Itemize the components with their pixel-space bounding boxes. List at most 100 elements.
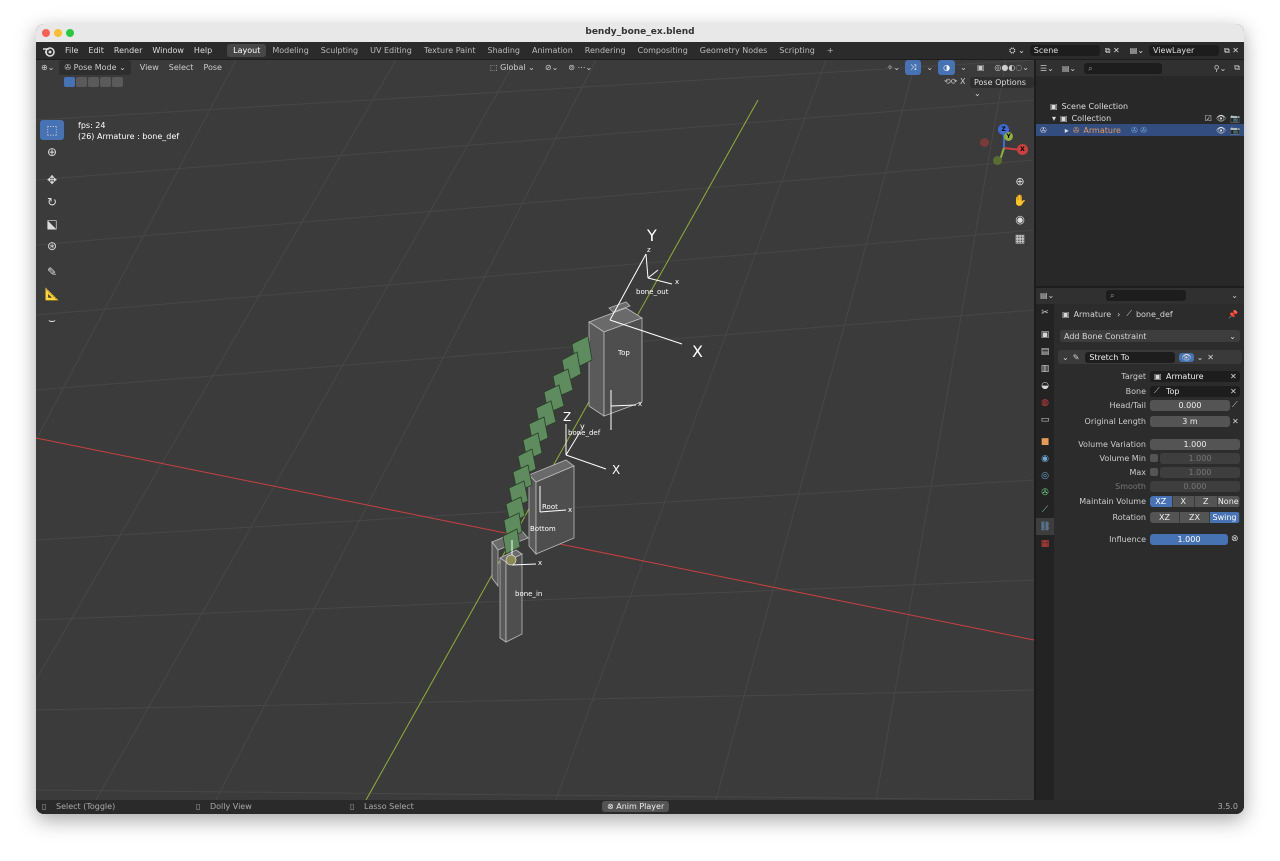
filter-icon[interactable]: ⚲⌄	[1210, 64, 1231, 73]
max-field[interactable]: 1.000	[1160, 466, 1240, 478]
bone-field[interactable]: Top	[1150, 385, 1240, 397]
transform-orientation[interactable]: ⬚ Global ⌄	[485, 60, 540, 75]
tab-scripting[interactable]: Scripting	[773, 44, 821, 57]
menu-render[interactable]: Render	[109, 42, 147, 59]
rotation-zx-option[interactable]: ZX	[1180, 511, 1210, 523]
armature-render-icon[interactable]: 📷	[1230, 126, 1240, 135]
collapse-icon[interactable]: ⌄	[1062, 353, 1069, 362]
xray-icon[interactable]: ▣	[972, 60, 990, 75]
navigation-gizmo[interactable]: Z X Y	[976, 120, 1032, 170]
menu-select[interactable]: Select	[164, 60, 199, 75]
select-box-tool-icon[interactable]: ⬚	[40, 120, 64, 140]
anim-player-badge[interactable]: ⊗ Anim Player	[602, 800, 670, 814]
properties-options-icon[interactable]: ⌄	[1231, 291, 1238, 300]
menu-window[interactable]: Window	[147, 42, 189, 59]
mode-selector[interactable]: ✇ Pose Mode ⌄	[59, 60, 131, 75]
volume-min-field[interactable]: 1.000	[1160, 452, 1240, 464]
visibility-icon[interactable]: ✧⌄	[882, 60, 905, 75]
pivot-icon[interactable]: ⊘⌄	[540, 60, 563, 75]
menu-view[interactable]: View	[135, 60, 164, 75]
world-tab-icon[interactable]: ◍	[1036, 394, 1054, 411]
gizmo-x-icon[interactable]: X	[1017, 144, 1028, 155]
collection-checkbox-icon[interactable]: ☑	[1205, 114, 1212, 123]
headtail-field[interactable]: 0.000	[1150, 399, 1230, 411]
modifier-tab-icon[interactable]: ◉	[1036, 450, 1054, 467]
grid-view-icon[interactable]: ▦	[1011, 229, 1029, 247]
outliner-row-collection[interactable]: ▾ ▣ Collection ☑ 👁 📷	[1036, 112, 1244, 124]
collection-render-icon[interactable]: 📷	[1230, 114, 1240, 123]
smooth-field[interactable]: 0.000	[1150, 480, 1240, 492]
original-length-field[interactable]: 3 m	[1150, 415, 1230, 427]
tab-layout[interactable]: Layout	[227, 44, 267, 57]
pan-hand-icon[interactable]: ✋	[1011, 191, 1029, 209]
cursor-tool-icon[interactable]: ⊕	[40, 142, 64, 162]
move-tool-icon[interactable]: ✥	[40, 170, 64, 190]
zoom-icon[interactable]: ⊕	[1011, 172, 1029, 190]
maintain-xz-option[interactable]: XZ	[1150, 495, 1173, 507]
volume-variation-field[interactable]: 1.000	[1150, 438, 1240, 450]
rotation-xz-option[interactable]: XZ	[1150, 511, 1180, 523]
mirror-icon[interactable]: ⟲⟳ X	[944, 77, 965, 86]
tool-tab-icon[interactable]: ✂	[1036, 304, 1054, 321]
maintain-x-option[interactable]: X	[1172, 495, 1195, 507]
snap-icon[interactable]: ⊚ ⋯⌄	[563, 60, 597, 75]
view-layer-new-icon[interactable]: ⧉ ✕	[1219, 42, 1244, 59]
tab-uv-editing[interactable]: UV Editing	[364, 44, 418, 57]
scale-tool-icon[interactable]: ⬕	[40, 214, 64, 234]
rotate-tool-icon[interactable]: ↻	[40, 192, 64, 212]
gizmo-neg-y-icon[interactable]	[993, 156, 1002, 165]
transform-tool-icon[interactable]: ⊛	[40, 236, 64, 256]
outliner-row-scene-collection[interactable]: ▣ Scene Collection	[1036, 100, 1244, 112]
pose-options-button[interactable]: Pose Options ⌄	[970, 77, 1034, 98]
gizmo-dropdown-icon[interactable]: ⌄	[921, 60, 938, 75]
gizmo-y-icon[interactable]: Y	[1004, 132, 1013, 141]
tab-modeling[interactable]: Modeling	[266, 44, 314, 57]
bone-tab-icon[interactable]: ⟋	[1036, 501, 1054, 518]
camera-icon[interactable]: ◉	[1011, 210, 1029, 228]
constraint-name-field[interactable]: Stretch To	[1085, 351, 1176, 363]
menu-edit[interactable]: Edit	[83, 42, 109, 59]
tab-shading[interactable]: Shading	[481, 44, 526, 57]
reset-length-icon[interactable]: ✕	[1232, 417, 1239, 426]
3d-viewport[interactable]: Y X Z X y z x x x x bone_out Top bone_de…	[36, 60, 1034, 800]
physics-tab-icon[interactable]: ◎	[1036, 467, 1054, 484]
breakdowner-tool-icon[interactable]: ⌣	[40, 310, 64, 330]
add-workspace-button[interactable]: +	[821, 44, 840, 57]
scene-new-icon[interactable]: ⧉ ✕	[1100, 42, 1125, 59]
blender-logo-icon[interactable]	[42, 44, 56, 58]
outliner-search-input[interactable]: ⌕	[1084, 62, 1163, 74]
shading-modes-icon[interactable]: ◎●◐◌⌄	[989, 60, 1034, 75]
outliner-row-armature[interactable]: ✇ ▸ ✇ Armature ✇ ✇ 👁 📷	[1036, 124, 1244, 136]
bone-constraint-tab-icon[interactable]: ⛓	[1036, 518, 1054, 535]
tab-texture-paint[interactable]: Texture Paint	[418, 44, 482, 57]
tab-sculpting[interactable]: Sculpting	[315, 44, 364, 57]
tab-rendering[interactable]: Rendering	[579, 44, 632, 57]
select-mode-intersect-icon[interactable]	[112, 77, 123, 87]
add-bone-constraint-button[interactable]: Add Bone Constraint ⌄	[1060, 330, 1240, 342]
render-tab-icon[interactable]: ▣	[1036, 326, 1054, 343]
select-mode-subtract-icon[interactable]	[88, 77, 99, 87]
gizmo-toggle-icon[interactable]: ⤨	[905, 60, 922, 75]
collection-visibility-icon[interactable]: 👁	[1216, 114, 1226, 123]
object-data-tab-icon[interactable]: ✇	[1036, 484, 1054, 501]
expand-armature-icon[interactable]: ▸	[1065, 126, 1069, 135]
view-layer-selector[interactable]: ViewLayer	[1149, 45, 1220, 56]
tab-geometry-nodes[interactable]: Geometry Nodes	[694, 44, 773, 57]
maintain-none-option[interactable]: None	[1217, 495, 1240, 507]
overlay-toggle-icon[interactable]: ◑	[938, 60, 956, 75]
influence-slider[interactable]: 1.000	[1150, 533, 1228, 545]
tab-compositing[interactable]: Compositing	[632, 44, 694, 57]
object-tab-icon[interactable]: ■	[1036, 433, 1054, 450]
menu-help[interactable]: Help	[189, 42, 217, 59]
max-checkbox[interactable]	[1150, 468, 1158, 476]
target-field[interactable]: Armature	[1150, 370, 1240, 382]
rotation-swing-option[interactable]: Swing	[1210, 511, 1240, 523]
select-mode-invert-icon[interactable]	[100, 77, 111, 87]
constraint-options-icon[interactable]: ⌄	[1197, 353, 1204, 362]
scene-selector[interactable]: Scene	[1029, 45, 1100, 56]
volume-min-checkbox[interactable]	[1150, 454, 1158, 462]
editor-type-icon[interactable]: ⊕⌄	[36, 60, 59, 75]
properties-editor-icon[interactable]: ▤⌄	[1040, 291, 1054, 300]
outliner-display-mode-icon[interactable]: ▤⌄	[1058, 64, 1080, 73]
view-layer-icon[interactable]: ▤⌄	[1125, 42, 1149, 59]
